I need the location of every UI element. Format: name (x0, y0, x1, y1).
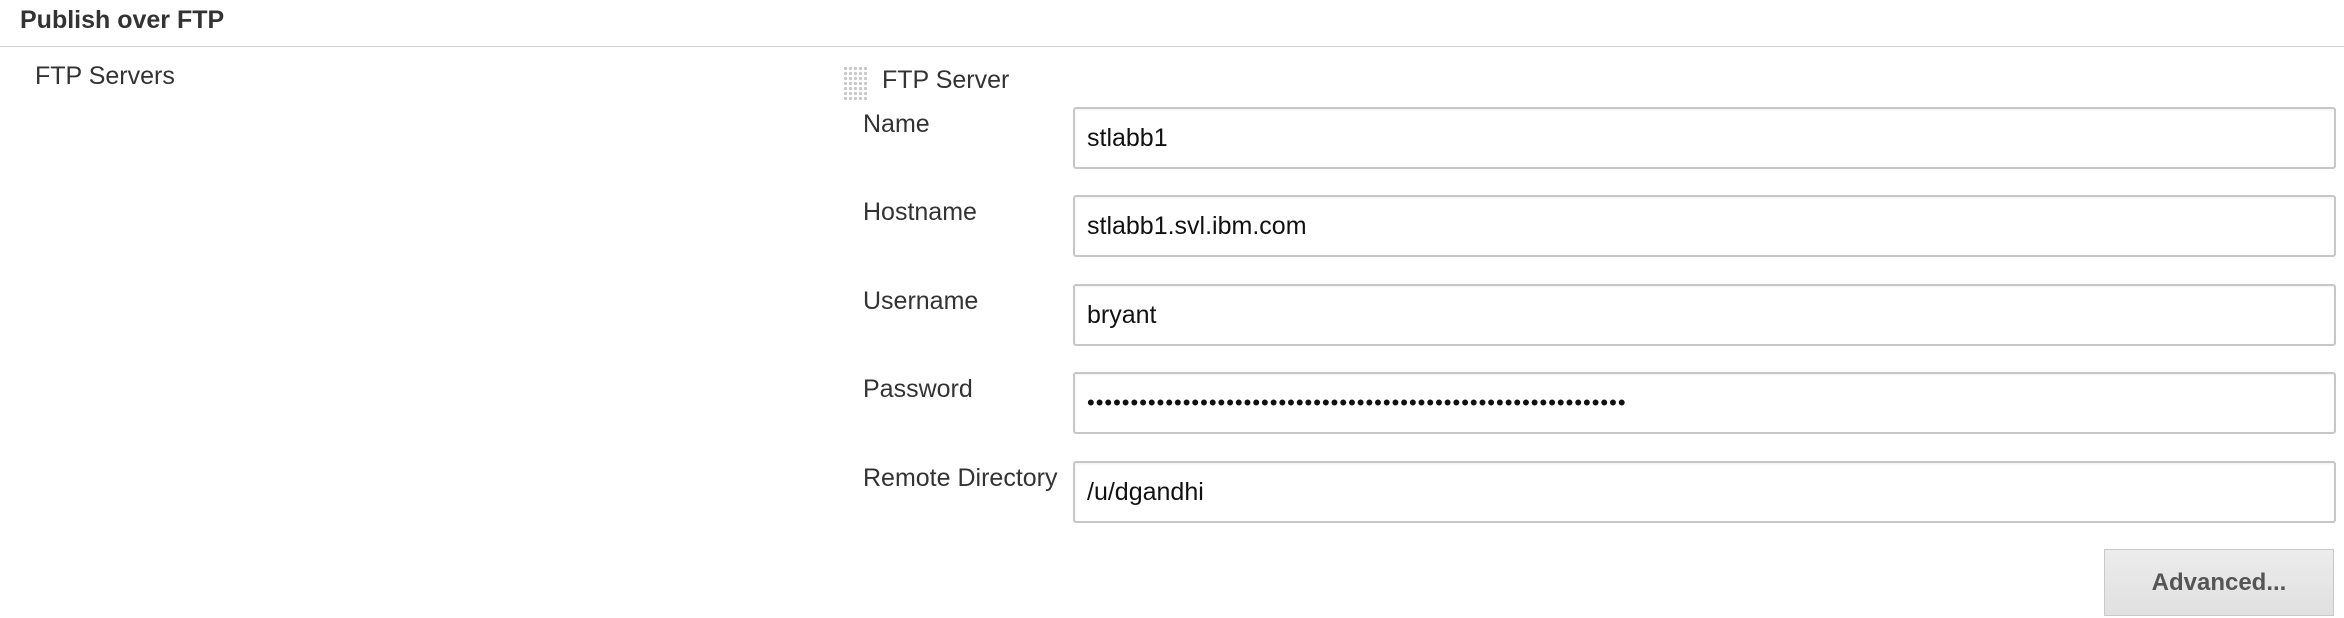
password-field[interactable] (1073, 372, 2336, 434)
username-field[interactable] (1073, 284, 2336, 346)
drag-handle-icon[interactable] (843, 66, 867, 102)
name-label: Name (863, 110, 930, 138)
ftp-server-title: FTP Server (882, 66, 1010, 94)
advanced-button[interactable]: Advanced... (2104, 549, 2334, 616)
ftp-servers-label: FTP Servers (35, 62, 175, 90)
username-label: Username (863, 287, 979, 315)
section-title: Publish over FTP (20, 6, 225, 34)
hostname-field[interactable] (1073, 195, 2336, 257)
password-label: Password (863, 375, 973, 403)
remote-directory-field[interactable] (1073, 461, 2336, 523)
name-field[interactable] (1073, 107, 2336, 169)
hostname-label: Hostname (863, 198, 977, 226)
section-header: Publish over FTP (0, 0, 2344, 47)
remote-directory-label: Remote Directory (863, 464, 1058, 492)
